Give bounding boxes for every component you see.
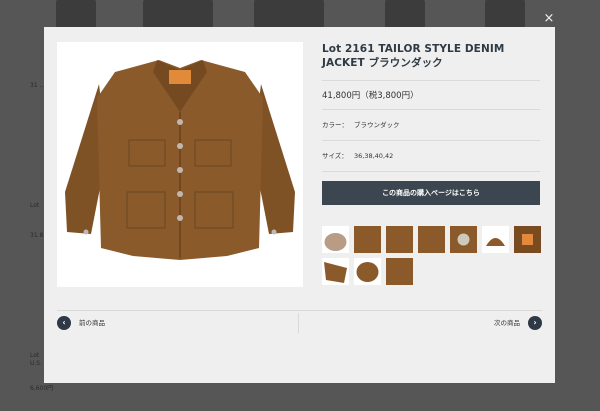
color-label: カラー： bbox=[322, 121, 348, 129]
thumbnail[interactable] bbox=[386, 226, 413, 253]
thumbnail[interactable] bbox=[322, 258, 349, 285]
product-price: 41,800円（税3,800円） bbox=[322, 91, 419, 101]
thumbnail[interactable] bbox=[418, 226, 445, 253]
thumbnail[interactable] bbox=[322, 226, 349, 253]
buy-page-button[interactable]: この商品の購入ページはこちら bbox=[322, 181, 540, 205]
prev-product-link[interactable]: ‹ 前の商品 bbox=[57, 316, 105, 330]
size-label: サイズ： bbox=[322, 152, 348, 160]
chevron-right-icon[interactable]: › bbox=[288, 156, 300, 172]
close-icon[interactable]: × bbox=[542, 12, 556, 26]
thumbnail[interactable] bbox=[386, 258, 413, 285]
color-row: カラー： ブラウンダック bbox=[322, 110, 540, 140]
size-value: 36,38,40,42 bbox=[354, 152, 394, 160]
product-quickview-modal: ‹ › Lot 2161 TAILOR STYLE DENIM JACKET ブ… bbox=[44, 27, 555, 383]
jacket-illustration bbox=[65, 60, 295, 260]
chevron-right-icon[interactable]: › bbox=[528, 316, 542, 330]
next-product-label: 次の商品 bbox=[494, 319, 520, 327]
size-row: サイズ： 36,38,40,42 bbox=[322, 141, 540, 171]
product-info: Lot 2161 TAILOR STYLE DENIM JACKET ブラウンダ… bbox=[322, 42, 540, 172]
thumbnail[interactable] bbox=[354, 258, 381, 285]
divider bbox=[57, 310, 542, 311]
divider bbox=[322, 80, 540, 81]
thumbnail[interactable] bbox=[514, 226, 541, 253]
next-product-link[interactable]: 次の商品 › bbox=[494, 316, 542, 330]
chevron-left-icon[interactable]: ‹ bbox=[60, 156, 72, 172]
chevron-left-icon[interactable]: ‹ bbox=[57, 316, 71, 330]
thumbnail[interactable] bbox=[450, 226, 477, 253]
divider bbox=[298, 313, 299, 333]
product-main-image: ‹ › bbox=[57, 42, 303, 287]
thumbnail[interactable] bbox=[354, 226, 381, 253]
thumbnail[interactable] bbox=[482, 226, 509, 253]
divider bbox=[322, 171, 540, 172]
prev-product-label: 前の商品 bbox=[79, 319, 105, 327]
product-title: Lot 2161 TAILOR STYLE DENIM JACKET ブラウンダ… bbox=[322, 43, 505, 69]
color-value: ブラウンダック bbox=[354, 121, 400, 129]
